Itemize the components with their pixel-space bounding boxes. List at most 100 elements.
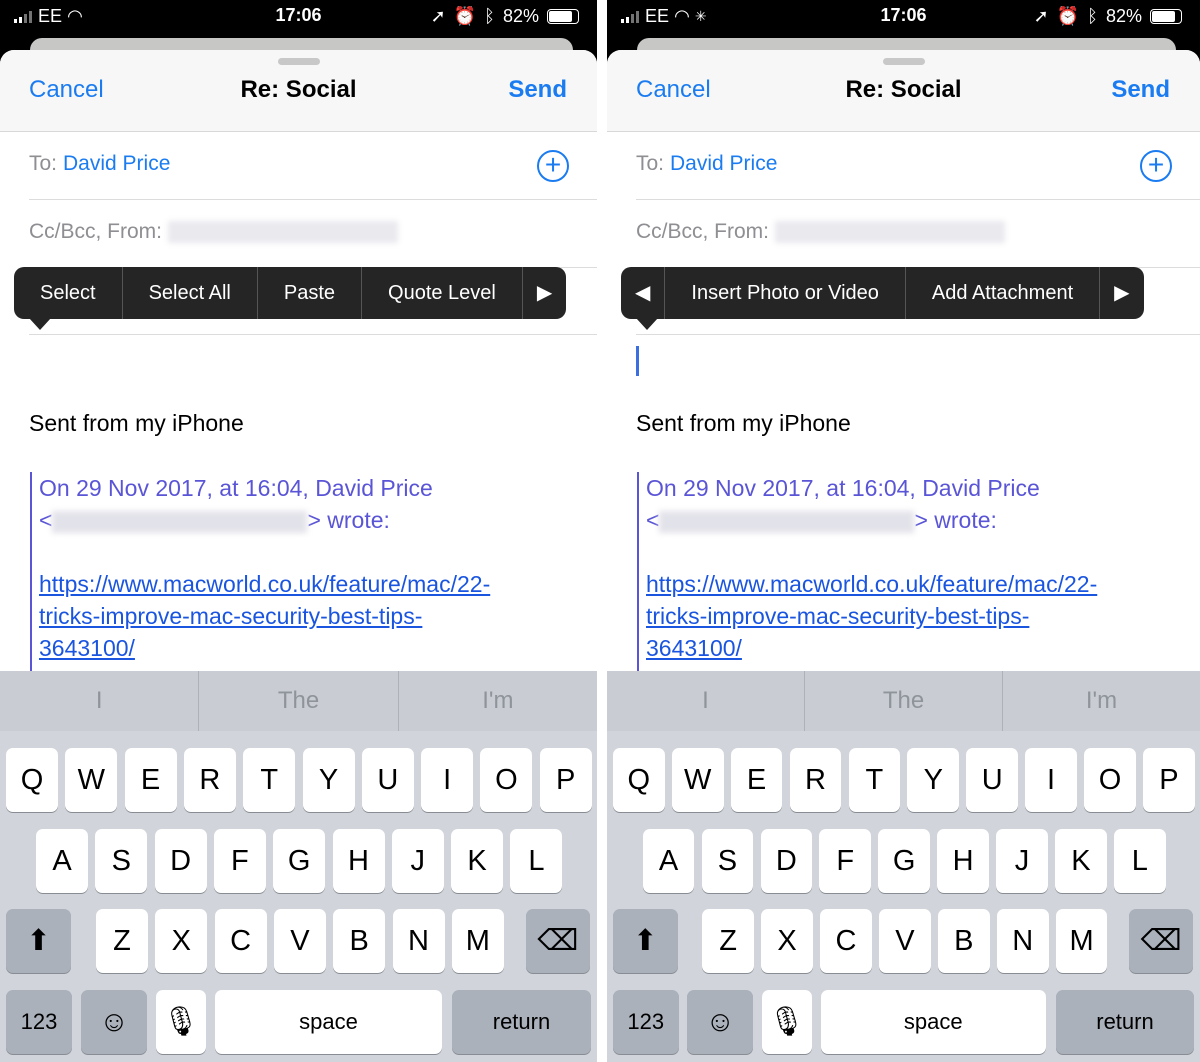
key-i[interactable]: I bbox=[1025, 748, 1077, 812]
key-d[interactable]: D bbox=[760, 829, 813, 893]
menu-item[interactable]: Quote Level bbox=[361, 267, 522, 319]
link-line[interactable]: tricks-improve-mac-security-best-tips- bbox=[646, 600, 1180, 632]
key-a[interactable]: A bbox=[36, 829, 88, 893]
cancel-button[interactable]: Cancel bbox=[636, 76, 711, 104]
dictation-key[interactable]: 🎙 bbox=[761, 990, 812, 1054]
key-x[interactable]: X bbox=[761, 909, 813, 973]
cc-bcc-from-field[interactable]: Cc/Bcc, From: bbox=[29, 200, 597, 268]
key-v[interactable]: V bbox=[273, 909, 326, 973]
key-r[interactable]: R bbox=[183, 748, 236, 812]
key-k[interactable]: K bbox=[1055, 829, 1107, 893]
key-j[interactable]: J bbox=[996, 829, 1048, 893]
key-l[interactable]: L bbox=[510, 829, 563, 893]
key-s[interactable]: S bbox=[95, 829, 148, 893]
key-m[interactable]: M bbox=[451, 909, 504, 973]
suggestion[interactable]: I bbox=[0, 671, 198, 731]
key-e[interactable]: E bbox=[124, 748, 177, 812]
key-q[interactable]: Q bbox=[612, 748, 665, 812]
key-d[interactable]: D bbox=[154, 829, 207, 893]
emoji-key[interactable]: ☺ bbox=[687, 990, 753, 1054]
key-p[interactable]: P bbox=[539, 748, 592, 812]
menu-item[interactable]: Insert Photo or Video bbox=[664, 267, 905, 319]
key-t[interactable]: T bbox=[243, 748, 296, 812]
send-button[interactable]: Send bbox=[1111, 76, 1170, 104]
key-n[interactable]: N bbox=[392, 909, 445, 973]
key-g[interactable]: G bbox=[878, 829, 930, 893]
key-y[interactable]: Y bbox=[302, 748, 355, 812]
return-key[interactable]: return bbox=[1055, 990, 1195, 1054]
menu-item[interactable]: Select All bbox=[121, 267, 257, 319]
numbers-key[interactable]: 123 bbox=[612, 990, 679, 1054]
to-field[interactable]: To: David Price + bbox=[636, 132, 1200, 200]
to-field[interactable]: To: David Price + bbox=[29, 132, 597, 200]
dictation-key[interactable]: 🎙 bbox=[156, 990, 206, 1054]
key-e[interactable]: E bbox=[730, 748, 783, 812]
key-m[interactable]: M bbox=[1055, 909, 1108, 973]
key-w[interactable]: W bbox=[65, 748, 118, 812]
key-h[interactable]: H bbox=[937, 829, 989, 893]
key-r[interactable]: R bbox=[789, 748, 842, 812]
add-contact-icon[interactable]: + bbox=[1140, 150, 1172, 182]
key-j[interactable]: J bbox=[391, 829, 444, 893]
to-recipient[interactable]: David Price bbox=[63, 152, 170, 175]
key-s[interactable]: S bbox=[701, 829, 754, 893]
key-o[interactable]: O bbox=[480, 748, 533, 812]
menu-next-arrow[interactable]: ▶ bbox=[521, 267, 566, 319]
key-l[interactable]: L bbox=[1113, 829, 1166, 893]
key-u[interactable]: U bbox=[966, 748, 1019, 812]
key-i[interactable]: I bbox=[421, 748, 474, 812]
numbers-key[interactable]: 123 bbox=[6, 990, 72, 1054]
quoted-link[interactable]: https://www.macworld.co.uk/feature/mac/2… bbox=[39, 568, 577, 664]
key-q[interactable]: Q bbox=[6, 748, 58, 812]
link-line[interactable]: https://www.macworld.co.uk/feature/mac/2… bbox=[39, 568, 577, 600]
key-b[interactable]: B bbox=[333, 909, 386, 973]
cancel-button[interactable]: Cancel bbox=[29, 76, 104, 104]
menu-item[interactable]: Add Attachment bbox=[904, 267, 1099, 319]
link-line[interactable]: 3643100/ bbox=[39, 632, 577, 664]
suggestion[interactable]: I bbox=[607, 671, 804, 731]
key-x[interactable]: X bbox=[155, 909, 208, 973]
menu-item[interactable]: Paste bbox=[256, 267, 361, 319]
key-c[interactable]: C bbox=[820, 909, 872, 973]
menu-next-arrow[interactable]: ▶ bbox=[1099, 267, 1143, 319]
quoted-link[interactable]: https://www.macworld.co.uk/feature/mac/2… bbox=[646, 568, 1180, 664]
delete-key[interactable]: ⌫ bbox=[526, 909, 590, 973]
key-w[interactable]: W bbox=[671, 748, 724, 812]
space-key[interactable]: space bbox=[215, 990, 442, 1054]
key-u[interactable]: U bbox=[361, 748, 414, 812]
key-z[interactable]: Z bbox=[96, 909, 148, 973]
key-z[interactable]: Z bbox=[702, 909, 754, 973]
suggestion[interactable]: I'm bbox=[397, 671, 597, 731]
key-h[interactable]: H bbox=[332, 829, 385, 893]
key-b[interactable]: B bbox=[937, 909, 990, 973]
key-g[interactable]: G bbox=[273, 829, 326, 893]
key-f[interactable]: F bbox=[213, 829, 266, 893]
key-k[interactable]: K bbox=[451, 829, 504, 893]
to-recipient[interactable]: David Price bbox=[670, 152, 777, 175]
return-key[interactable]: return bbox=[452, 990, 591, 1054]
add-contact-icon[interactable]: + bbox=[537, 150, 569, 182]
delete-key[interactable]: ⌫ bbox=[1129, 909, 1194, 973]
link-line[interactable]: https://www.macworld.co.uk/feature/mac/2… bbox=[646, 568, 1180, 600]
sheet-grabber[interactable] bbox=[882, 58, 925, 65]
emoji-key[interactable]: ☺ bbox=[81, 990, 147, 1054]
shift-key[interactable]: ⬆ bbox=[6, 909, 71, 973]
key-n[interactable]: N bbox=[996, 909, 1049, 973]
key-o[interactable]: O bbox=[1084, 748, 1136, 812]
suggestion[interactable]: The bbox=[198, 671, 397, 731]
key-p[interactable]: P bbox=[1143, 748, 1195, 812]
menu-previous-arrow[interactable]: ◀ bbox=[621, 267, 664, 319]
key-y[interactable]: Y bbox=[907, 748, 960, 812]
link-line[interactable]: 3643100/ bbox=[646, 632, 1180, 664]
space-key[interactable]: space bbox=[820, 990, 1047, 1054]
sheet-grabber[interactable] bbox=[277, 58, 320, 65]
suggestion[interactable]: The bbox=[804, 671, 1002, 731]
shift-key[interactable]: ⬆ bbox=[612, 909, 678, 973]
key-a[interactable]: A bbox=[642, 829, 695, 893]
suggestion[interactable]: I'm bbox=[1002, 671, 1200, 731]
link-line[interactable]: tricks-improve-mac-security-best-tips- bbox=[39, 600, 577, 632]
key-c[interactable]: C bbox=[214, 909, 267, 973]
key-f[interactable]: F bbox=[819, 829, 872, 893]
send-button[interactable]: Send bbox=[508, 76, 567, 104]
cc-bcc-from-field[interactable]: Cc/Bcc, From: bbox=[636, 200, 1200, 268]
